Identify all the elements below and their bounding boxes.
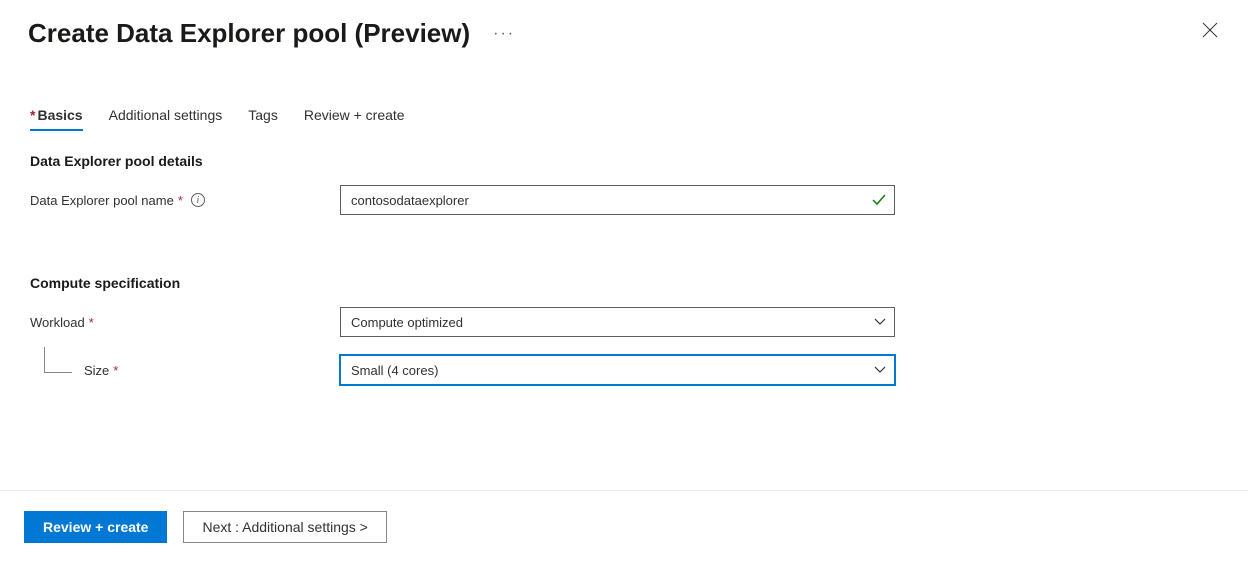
workload-select-value: Compute optimized bbox=[351, 315, 463, 330]
chevron-down-icon bbox=[874, 316, 886, 328]
required-indicator: * bbox=[89, 315, 94, 330]
tab-basics[interactable]: *Basics bbox=[30, 107, 83, 129]
required-indicator: * bbox=[178, 193, 183, 208]
tab-basics-label: Basics bbox=[37, 107, 82, 123]
size-select-value: Small (4 cores) bbox=[351, 363, 438, 378]
tree-connector bbox=[44, 347, 72, 373]
workload-select[interactable]: Compute optimized bbox=[340, 307, 895, 337]
size-label: Size bbox=[84, 363, 109, 378]
pool-name-label: Data Explorer pool name bbox=[30, 193, 174, 208]
info-icon[interactable]: i bbox=[191, 193, 205, 207]
footer: Review + create Next : Additional settin… bbox=[0, 490, 1248, 562]
pool-name-input[interactable] bbox=[340, 185, 895, 215]
required-indicator: * bbox=[113, 363, 118, 378]
next-button[interactable]: Next : Additional settings > bbox=[183, 511, 386, 543]
tab-tags[interactable]: Tags bbox=[248, 107, 278, 129]
chevron-down-icon bbox=[874, 364, 886, 376]
tab-additional-settings[interactable]: Additional settings bbox=[109, 107, 223, 129]
workload-label: Workload bbox=[30, 315, 85, 330]
close-button[interactable] bbox=[1198, 18, 1222, 42]
tab-review-create[interactable]: Review + create bbox=[304, 107, 405, 129]
page-title: Create Data Explorer pool (Preview) bbox=[28, 18, 470, 49]
checkmark-icon bbox=[871, 192, 887, 208]
more-actions-button[interactable]: ··· bbox=[492, 22, 516, 46]
size-select[interactable]: Small (4 cores) bbox=[340, 355, 895, 385]
review-create-button[interactable]: Review + create bbox=[24, 511, 167, 543]
section-title-details: Data Explorer pool details bbox=[30, 153, 1218, 169]
section-title-compute: Compute specification bbox=[30, 275, 1218, 291]
close-icon bbox=[1202, 22, 1218, 38]
required-indicator: * bbox=[30, 107, 35, 123]
tabs: *Basics Additional settings Tags Review … bbox=[0, 107, 1248, 129]
